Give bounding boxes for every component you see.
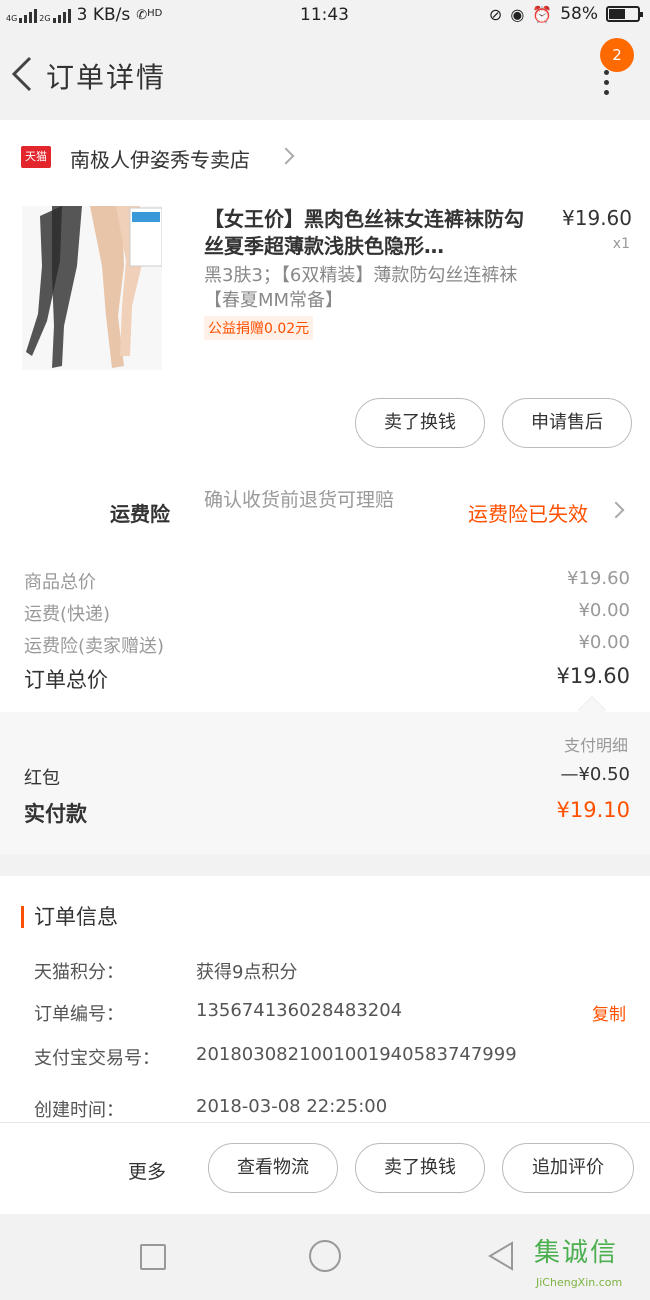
phone-hd-icon: ✆HD	[136, 7, 163, 23]
watermark-url: JiChengXin.com	[536, 1276, 623, 1289]
header: 订单详情 2	[0, 32, 650, 120]
network-4g-label: 4G	[6, 14, 18, 23]
more-vertical-icon[interactable]	[598, 70, 614, 96]
order-total-row: 订单总价 ¥19.60	[24, 664, 630, 694]
red-packet-label: 红包	[24, 768, 60, 789]
paid-row: 实付款 ¥19.10	[24, 798, 630, 828]
price-label: 运费险(卖家赠送)	[24, 636, 165, 657]
hd-label: HD	[147, 7, 163, 19]
signal-icon: 4G 2G	[6, 7, 71, 23]
resell-button[interactable]: 卖了换钱	[355, 1143, 485, 1193]
order-card: 天猫 南极人伊姿秀专卖店 【女王价】黑肉色丝袜女连裤袜防勾丝夏季超薄款浅肤色隐形…	[0, 120, 650, 712]
product-quantity: x1	[612, 236, 630, 252]
info-label: 天猫积分：	[34, 962, 124, 983]
add-review-button[interactable]: 追加评价	[502, 1143, 634, 1193]
shipping-insurance-row[interactable]: 运费险 确认收货前退货可理赔 运费险已失效	[0, 472, 650, 562]
price-value: ¥0.00	[578, 600, 630, 621]
insurance-desc: 确认收货前退货可理赔	[204, 489, 395, 511]
price-value: ¥0.00	[578, 632, 630, 653]
recents-icon[interactable]	[140, 1244, 166, 1270]
payment-summary: 支付明细 红包 —¥0.50 实付款 ¥19.10	[0, 712, 650, 854]
battery-icon	[606, 6, 643, 22]
order-total-label: 订单总价	[24, 668, 108, 692]
info-label: 订单编号：	[34, 1004, 124, 1025]
stockings-image	[22, 206, 162, 370]
notification-badge: 2	[600, 38, 634, 72]
insurance-label: 运费险	[110, 502, 170, 526]
bottom-action-bar: 更多 查看物流 卖了换钱 追加评价	[0, 1122, 650, 1214]
watermark-logo: 集诚信	[534, 1238, 619, 1268]
paid-value: ¥19.10	[556, 798, 630, 822]
info-value: 2018030821001001940583747999	[196, 1044, 517, 1065]
more-button[interactable]: 更多	[128, 1157, 166, 1184]
charity-badge: 公益捐赠0.02元	[204, 316, 314, 340]
price-label: 运费(快递)	[24, 604, 111, 625]
view-logistics-button[interactable]: 查看物流	[208, 1143, 338, 1193]
price-label: 商品总价	[24, 572, 96, 593]
network-speed: 3 KB/s	[76, 5, 131, 25]
chevron-left-icon[interactable]	[8, 54, 36, 94]
chevron-right-icon	[277, 147, 295, 165]
copy-button[interactable]: 复制	[592, 1000, 626, 1025]
info-label: 支付宝交易号：	[34, 1048, 160, 1069]
shop-name[interactable]: 南极人伊姿秀专卖店	[70, 144, 250, 173]
price-value: ¥19.60	[567, 568, 630, 589]
payment-detail-label[interactable]: 支付明细	[564, 732, 628, 756]
rotation-lock-icon: ◉	[510, 4, 525, 24]
red-packet-value: —¥0.50	[560, 764, 630, 785]
order-info-card: 订单信息 天猫积分： 获得9点积分 订单编号： 1356741360284832…	[0, 876, 650, 1122]
system-nav-bar: 集诚信 JiChengXin.com	[0, 1214, 650, 1300]
alarm-icon: ⏰	[532, 4, 553, 24]
section-accent-bar	[21, 906, 24, 928]
after-sale-button[interactable]: 申请售后	[502, 398, 632, 448]
price-row-shipping: 运费(快递) ¥0.00	[24, 600, 630, 626]
paid-label: 实付款	[24, 802, 87, 826]
insurance-status: 运费险已失效	[468, 502, 588, 526]
price-row-goods: 商品总价 ¥19.60	[24, 568, 630, 594]
clock: 11:43	[300, 5, 349, 25]
vibrate-icon: ⊘	[488, 4, 503, 24]
product-image[interactable]	[22, 206, 162, 370]
product-title[interactable]: 【女王价】黑肉色丝袜女连裤袜防勾丝夏季超薄款浅肤色隐形…	[204, 206, 536, 260]
shop-row[interactable]: 天猫 南极人伊姿秀专卖店	[0, 120, 650, 194]
status-bar: 4G 2G 3 KB/s ✆HD 11:43 ⊘ ◉ ⏰ 58%	[0, 0, 650, 32]
battery-percent: 58%	[560, 4, 598, 24]
watermark: 集诚信 JiChengXin.com	[534, 1232, 646, 1298]
info-value: 获得9点积分	[196, 962, 298, 983]
chevron-right-icon	[607, 501, 625, 519]
resell-button[interactable]: 卖了换钱	[355, 398, 485, 448]
order-total-value: ¥19.60	[556, 664, 630, 688]
back-triangle-icon[interactable]	[486, 1240, 516, 1272]
price-row-insurance: 运费险(卖家赠送) ¥0.00	[24, 632, 630, 658]
home-icon[interactable]	[309, 1240, 341, 1272]
page-title: 订单详情	[46, 61, 167, 94]
info-value: 2018-03-08 22:25:00	[196, 1096, 388, 1117]
info-value: 135674136028483204	[196, 1000, 403, 1021]
tmall-icon: 天猫	[21, 146, 51, 168]
network-2g-label: 2G	[39, 14, 51, 23]
info-label: 创建时间：	[34, 1100, 124, 1121]
product-sku: 黑3肤3；【6双精装】薄款防勾丝连裤袜【春夏MM常备】	[204, 265, 518, 311]
order-info-title: 订单信息	[34, 905, 118, 929]
product-price: ¥19.60	[562, 206, 632, 230]
red-packet-row: 红包 —¥0.50	[24, 764, 630, 790]
